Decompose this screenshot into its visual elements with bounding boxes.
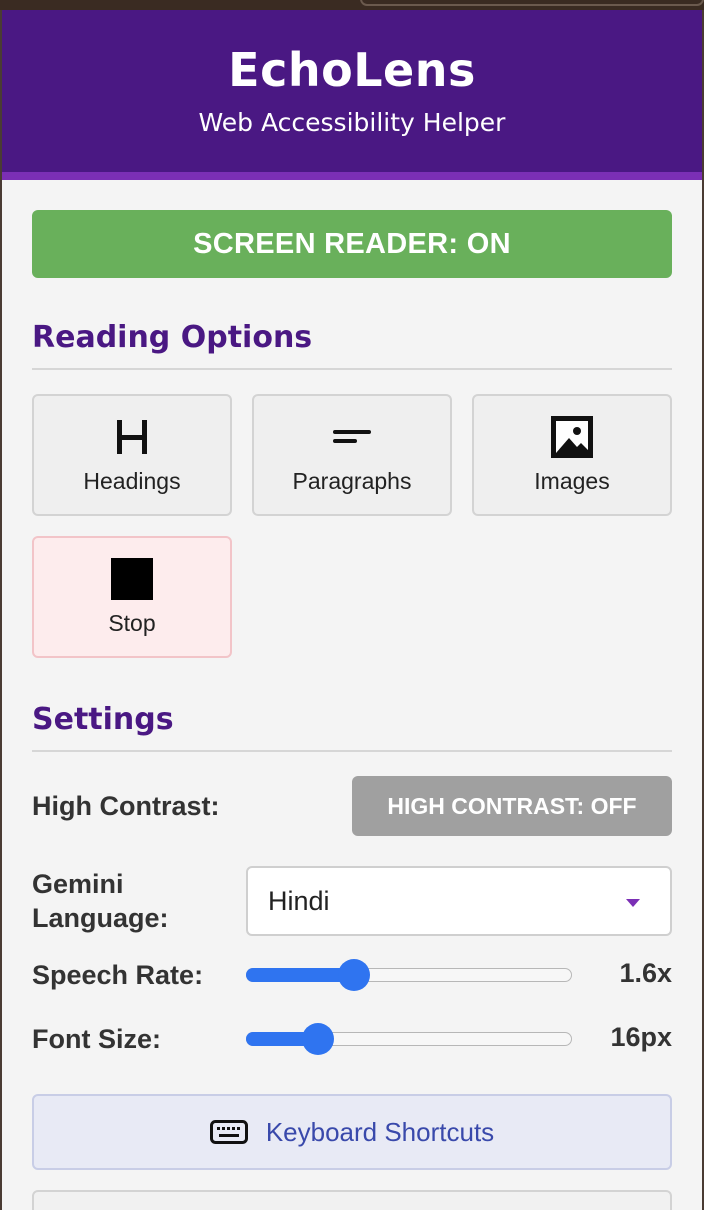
read-headings-label: Headings: [83, 468, 181, 494]
image-icon: [550, 416, 594, 458]
keyboard-icon: [209, 1120, 248, 1144]
app-title: EchoLens: [228, 43, 476, 97]
read-images-button[interactable]: Images: [472, 394, 672, 516]
settings-title: Settings: [32, 702, 174, 737]
speech-rate-value: 1.6x: [619, 958, 672, 988]
speech-rate-label: Speech Rate:: [32, 960, 204, 990]
reading-options-title: Reading Options: [32, 320, 313, 355]
extension-popup: EchoLens Web Accessibility Helper SCREEN…: [2, 10, 702, 1210]
font-size-label: Font Size:: [32, 1024, 161, 1054]
app-subtitle: Web Accessibility Helper: [198, 108, 506, 137]
speech-rate-row: Speech Rate: 1.6x: [32, 950, 672, 1000]
section-divider: [32, 750, 672, 752]
read-images-label: Images: [534, 468, 610, 494]
screen-reader-toggle-button[interactable]: SCREEN READER: ON: [32, 210, 672, 278]
stop-reading-button[interactable]: Stop: [32, 536, 232, 658]
browser-tab-edge: [360, 0, 704, 6]
high-contrast-row: High Contrast: HIGH CONTRAST: OFF: [32, 776, 672, 836]
read-paragraphs-button[interactable]: Paragraphs: [252, 394, 452, 516]
language-row: Gemini Language: Hindi: [32, 866, 672, 936]
font-size-value: 16px: [610, 1022, 672, 1052]
app-header: EchoLens Web Accessibility Helper: [2, 10, 702, 180]
slider-thumb[interactable]: [302, 1023, 334, 1055]
font-size-slider[interactable]: [246, 1023, 572, 1055]
stop-icon: [110, 558, 154, 600]
language-select[interactable]: Hindi: [246, 866, 672, 936]
slider-thumb[interactable]: [338, 959, 370, 991]
high-contrast-label: High Contrast:: [32, 791, 220, 821]
reading-options-grid: Headings Paragraphs Images Stop: [32, 394, 672, 658]
keyboard-shortcuts-label: Keyboard Shortcuts: [265, 1116, 495, 1147]
stop-reading-label: Stop: [108, 610, 156, 636]
speech-rate-slider[interactable]: [246, 959, 572, 991]
high-contrast-toggle-button[interactable]: HIGH CONTRAST: OFF: [352, 776, 672, 836]
next-section-card: [32, 1190, 672, 1210]
section-divider: [32, 368, 672, 370]
browser-top-strip: [0, 0, 704, 10]
font-size-row: Font Size: 16px: [32, 1014, 672, 1064]
read-paragraphs-label: Paragraphs: [292, 468, 412, 494]
keyboard-shortcuts-button[interactable]: Keyboard Shortcuts: [32, 1094, 672, 1170]
heading-icon: [110, 416, 154, 458]
paragraph-icon: [330, 416, 374, 458]
main-content: SCREEN READER: ON Reading Options Headin…: [2, 210, 702, 1210]
language-label: Gemini Language:: [32, 869, 169, 933]
language-selected-value: Hindi: [268, 885, 330, 916]
dropdown-caret-icon: [626, 899, 640, 907]
read-headings-button[interactable]: Headings: [32, 394, 232, 516]
